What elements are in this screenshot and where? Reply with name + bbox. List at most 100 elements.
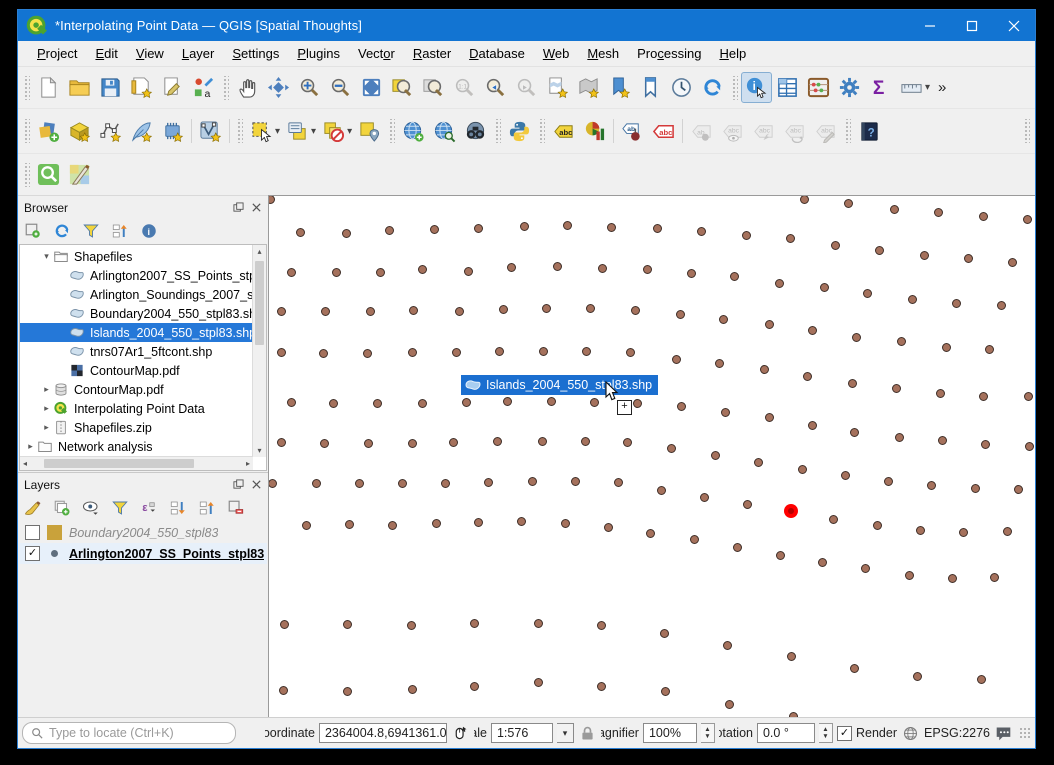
layer-labeling-button[interactable]: abc xyxy=(548,116,579,147)
pin-labels-button[interactable]: ab xyxy=(617,116,648,147)
zoom-out-button[interactable] xyxy=(325,72,356,103)
menu-raster[interactable]: Raster xyxy=(404,43,460,64)
layer-diagram-button[interactable] xyxy=(579,116,610,147)
toolbar-drag-handle[interactable] xyxy=(236,119,243,143)
scroll-right-arrow[interactable]: ▸ xyxy=(243,457,253,470)
crs-globe-icon[interactable] xyxy=(901,724,920,743)
new-map-view-button[interactable] xyxy=(542,72,573,103)
zoom-in-button[interactable] xyxy=(294,72,325,103)
menu-vector[interactable]: Vector xyxy=(349,43,404,64)
browser-item-arlington-soundings-2007-st[interactable]: Arlington_Soundings_2007_st xyxy=(20,285,253,304)
crs-status[interactable]: EPSG:2276 xyxy=(924,726,990,740)
statistical-summary-button[interactable] xyxy=(803,72,834,103)
browser-item-islands-2004-550-stpl83-shp[interactable]: Islands_2004_550_stpl83.shp xyxy=(20,323,253,342)
temporal-controller-button[interactable] xyxy=(666,72,697,103)
browser-refresh-button[interactable] xyxy=(51,220,73,242)
browser-item-network-analysis[interactable]: ▸Network analysis xyxy=(20,437,253,456)
render-checkbox[interactable]: ✓ xyxy=(837,726,852,741)
menu-plugins[interactable]: Plugins xyxy=(288,43,349,64)
scale-input[interactable]: 1:576 xyxy=(491,723,553,743)
layers-close-button[interactable] xyxy=(249,477,264,492)
select-by-location-button[interactable] xyxy=(354,116,385,147)
layer-visibility-checkbox[interactable]: ✓ xyxy=(25,546,40,561)
pan-to-selection-button[interactable] xyxy=(263,72,294,103)
scrollbar-thumb[interactable] xyxy=(44,459,194,468)
expand-all-button[interactable] xyxy=(167,497,189,519)
toolbar-drag-handle[interactable] xyxy=(844,119,851,143)
scroll-left-arrow[interactable]: ◂ xyxy=(20,457,30,470)
zoom-last-button[interactable] xyxy=(480,72,511,103)
zoom-level-plugin-button[interactable] xyxy=(33,159,64,190)
lock-scale-icon[interactable] xyxy=(578,724,597,743)
layers-float-button[interactable] xyxy=(231,477,246,492)
toolbar-drag-handle[interactable] xyxy=(538,119,545,143)
scroll-down-arrow[interactable]: ▾ xyxy=(254,444,264,457)
zoom-to-layer-button[interactable] xyxy=(418,72,449,103)
menu-project[interactable]: Project xyxy=(28,43,86,64)
rotation-spinner[interactable]: ▲▼ xyxy=(819,723,833,743)
layer-item-boundary2004-550-stpl83[interactable]: Boundary2004_550_stpl83 xyxy=(19,522,267,543)
browser-item-shapefiles-zip[interactable]: ▸Shapefiles.zip xyxy=(20,418,253,437)
layer-visibility-checkbox[interactable] xyxy=(25,525,40,540)
zoom-to-selection-button[interactable] xyxy=(387,72,418,103)
new-3d-map-view-button[interactable] xyxy=(573,72,604,103)
browser-properties-button[interactable]: i xyxy=(138,220,160,242)
browser-item-contourmap-pdf[interactable]: ContourMap.pdf xyxy=(20,361,253,380)
browser-vertical-scrollbar[interactable]: ▴ ▾ xyxy=(252,245,266,457)
menu-settings[interactable]: Settings xyxy=(223,43,288,64)
new-project-button[interactable] xyxy=(33,72,64,103)
browser-collapse-all-button[interactable] xyxy=(109,220,131,242)
expand-arrow-icon[interactable]: ▸ xyxy=(40,403,53,414)
open-project-button[interactable] xyxy=(64,72,95,103)
menu-database[interactable]: Database xyxy=(460,43,534,64)
remove-layer-button[interactable] xyxy=(225,497,247,519)
osm-place-search-button[interactable] xyxy=(460,116,491,147)
toolbar-drag-handle[interactable] xyxy=(494,119,501,143)
close-button[interactable] xyxy=(993,10,1035,41)
add-selected-layers-button[interactable] xyxy=(22,220,44,242)
browser-item-arlington2007-ss-points-stpl8[interactable]: Arlington2007_SS_Points_stpl8 xyxy=(20,266,253,285)
new-print-layout-button[interactable] xyxy=(126,72,157,103)
layer-item-arlington2007-ss-points-stpl83[interactable]: ✓Arlington2007_SS_Points_stpl83 xyxy=(19,543,267,564)
coordinate-input[interactable]: 2364004.8,6941361.0 xyxy=(319,723,447,743)
messages-button[interactable] xyxy=(994,724,1013,743)
add-wms-layer-button[interactable] xyxy=(398,116,429,147)
new-spatial-bookmark-button[interactable] xyxy=(604,72,635,103)
magnifier-spinner[interactable]: ▲▼ xyxy=(701,723,715,743)
map-canvas[interactable]: Islands_2004_550_stpl83.shp + xyxy=(268,195,1035,717)
browser-item-interpolating-point-data[interactable]: ▸Interpolating Point Data xyxy=(20,399,253,418)
collapse-arrow-icon[interactable]: ▾ xyxy=(40,251,53,262)
menu-web[interactable]: Web xyxy=(534,43,579,64)
minimize-button[interactable] xyxy=(909,10,951,41)
deselect-features-button[interactable] xyxy=(318,116,349,147)
new-geojson-button[interactable] xyxy=(126,116,157,147)
show-statistics-button[interactable]: Σ xyxy=(865,72,896,103)
menu-mesh[interactable]: Mesh xyxy=(578,43,628,64)
new-temporary-scratch-layer-button[interactable] xyxy=(157,116,188,147)
browser-item-shapefiles[interactable]: ▾Shapefiles xyxy=(20,247,253,266)
expand-arrow-icon[interactable]: ▸ xyxy=(40,422,53,433)
browser-filter-button[interactable] xyxy=(80,220,102,242)
new-shapefile-button[interactable] xyxy=(95,116,126,147)
scroll-up-arrow[interactable]: ▴ xyxy=(254,245,264,258)
browser-item-tnrs07ar1-5ftcont-shp[interactable]: tnrs07Ar1_5ftcont.shp xyxy=(20,342,253,361)
title-bar[interactable]: *Interpolating Point Data — QGIS [Spatia… xyxy=(18,10,1035,41)
toolbar-drag-handle[interactable] xyxy=(23,119,30,143)
filter-legend-button[interactable] xyxy=(109,497,131,519)
toolbar-drag-handle[interactable] xyxy=(731,76,738,100)
pan-map-button[interactable] xyxy=(232,72,263,103)
expand-arrow-icon[interactable]: ▸ xyxy=(24,441,37,452)
menu-processing[interactable]: Processing xyxy=(628,43,710,64)
browser-close-button[interactable] xyxy=(249,200,264,215)
expand-arrow-icon[interactable]: ▸ xyxy=(40,384,53,395)
locate-search-input[interactable]: Type to locate (Ctrl+K) xyxy=(22,722,236,744)
toolbar-overflow-button[interactable]: » xyxy=(938,79,946,96)
measure-button[interactable] xyxy=(896,72,927,103)
data-source-manager-button[interactable] xyxy=(33,116,64,147)
style-manager-button[interactable]: a xyxy=(188,72,219,103)
rotation-input[interactable]: 0.0 ° xyxy=(757,723,815,743)
menu-edit[interactable]: Edit xyxy=(86,43,126,64)
mouse-extents-toggle-icon[interactable] xyxy=(451,724,470,743)
zoom-full-button[interactable] xyxy=(356,72,387,103)
processing-toolbox-button[interactable] xyxy=(834,72,865,103)
